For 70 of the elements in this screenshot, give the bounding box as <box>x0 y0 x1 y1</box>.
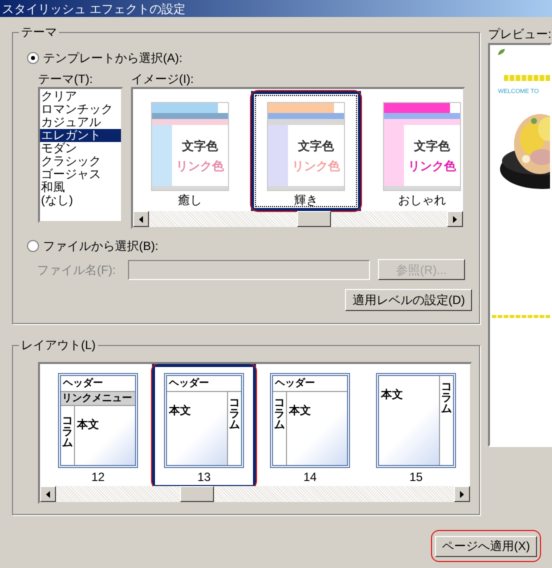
sidebar-block <box>268 125 288 186</box>
column-label: コラム <box>441 382 452 415</box>
leaf-icon <box>498 49 505 55</box>
group-title: テーマ <box>19 25 59 39</box>
image-label: 輝き <box>294 192 318 208</box>
theme-list-item[interactable]: エレガント <box>40 129 121 142</box>
header-label: ヘッダー <box>275 378 315 388</box>
theme-list-item[interactable]: (なし) <box>40 194 121 207</box>
menu-label: リンクメニュー <box>62 394 132 404</box>
header-label: ヘッダー <box>169 378 209 388</box>
sidebar-block <box>152 125 172 186</box>
theme-list-item[interactable]: ゴージャス <box>40 168 121 181</box>
radio-button[interactable] <box>27 52 39 64</box>
pattern-band <box>492 315 550 318</box>
radio-label: テンプレートから選択(A): <box>43 50 182 67</box>
header-label: ヘッダー <box>63 378 103 388</box>
column-label: コラム <box>62 416 73 449</box>
radio-label: ファイルから選択(B): <box>43 238 158 255</box>
layout-option[interactable]: ヘッダー 本文 コラム 13 <box>152 364 256 486</box>
body-label: 本文 <box>381 389 403 401</box>
body-label: 本文 <box>169 405 191 417</box>
image-label: 癒し <box>178 192 202 208</box>
theme-list-item[interactable]: カジュアル <box>40 116 121 129</box>
scroll-thumb[interactable] <box>297 211 331 227</box>
sidebar-block <box>384 125 404 186</box>
image-option[interactable]: 文字色 リンク色 おしゃれ <box>367 91 463 211</box>
header-bar <box>384 103 450 113</box>
layout-number: 13 <box>197 469 211 485</box>
header-bar <box>152 103 218 113</box>
group-title: レイアウト(L) <box>19 338 98 352</box>
layout-number: 15 <box>409 469 423 485</box>
link-color-sample: リンク色 <box>292 158 340 174</box>
apply-to-page-button[interactable]: ページへ適用(X) <box>435 536 537 556</box>
image-option[interactable]: 文字色 リンク色 癒し <box>135 91 245 211</box>
scroll-right-icon[interactable] <box>447 211 463 227</box>
scroll-right-icon[interactable] <box>454 486 470 502</box>
column-label: コラム <box>274 398 285 431</box>
preview-label: プレビュー: <box>488 27 552 41</box>
theme-list-item[interactable]: モダン <box>40 142 121 155</box>
list-label: テーマ(T): <box>38 71 94 87</box>
scroll-left-icon[interactable] <box>40 486 56 502</box>
theme-list-item[interactable]: 和風 <box>40 181 121 194</box>
list-label: イメージ(I): <box>131 71 195 87</box>
field-label: ファイル名(F): <box>37 262 117 278</box>
scroll-thumb[interactable] <box>180 486 214 502</box>
theme-list-item[interactable]: ロマンチック <box>40 103 121 116</box>
header-bar <box>268 103 334 113</box>
link-color-sample: リンク色 <box>408 158 456 174</box>
theme-list-item[interactable]: クリア <box>40 90 121 103</box>
theme-list-item[interactable]: クラシック <box>40 155 121 168</box>
column-label: コラム <box>229 398 240 431</box>
text-color-sample: 文字色 <box>298 138 334 154</box>
horizontal-scrollbar[interactable] <box>133 211 463 227</box>
layout-number: 12 <box>91 469 105 485</box>
layout-number: 14 <box>303 469 317 485</box>
radio-button[interactable] <box>27 240 39 252</box>
pattern-band <box>504 75 550 81</box>
image-option[interactable]: 文字色 リンク色 輝き <box>251 91 361 211</box>
text-color-sample: 文字色 <box>182 138 218 154</box>
window-title: スタイリッシュ エフェクトの設定 <box>2 2 186 14</box>
image-label: おしゃれ <box>398 192 446 208</box>
body-label: 本文 <box>77 419 99 431</box>
body-label: 本文 <box>289 405 311 417</box>
apply-level-button[interactable]: 適用レベルの設定(D) <box>345 289 472 311</box>
horizontal-scrollbar[interactable] <box>40 486 470 502</box>
scroll-left-icon[interactable] <box>133 211 149 227</box>
theme-list[interactable]: クリア ロマンチック カジュアル エレガント モダン クラシック ゴージャス 和風 (なし) <box>38 87 123 223</box>
layout-option[interactable]: 本文 コラム 15 <box>364 364 468 486</box>
text-color-sample: 文字色 <box>414 138 450 154</box>
link-color-sample: リンク色 <box>176 158 224 174</box>
